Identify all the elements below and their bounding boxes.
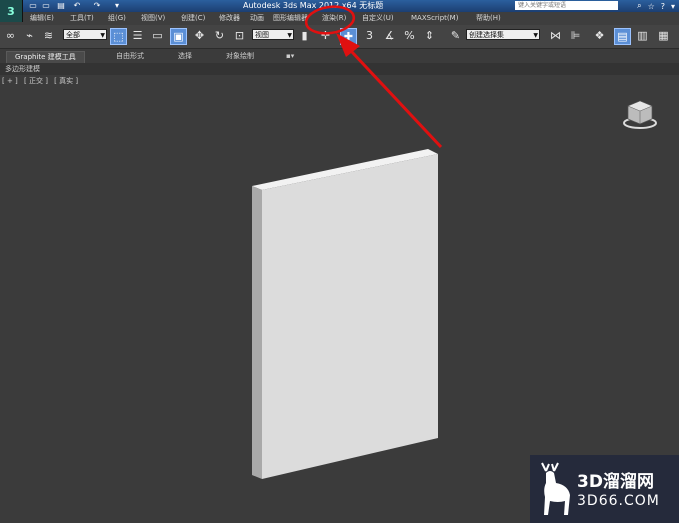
quick-access-dropdown-icon[interactable]: ▾ [112, 1, 122, 10]
menu-graph-editors[interactable]: 图形编辑器 [273, 12, 308, 25]
scale-icon[interactable]: ⊡ [232, 28, 247, 43]
schematic-view-icon[interactable]: ▦ [656, 28, 671, 43]
select-manipulate-icon[interactable]: ✛ [318, 28, 333, 43]
reference-coordinate-dropdown[interactable]: 视图 ▼ [252, 29, 294, 40]
link-icon[interactable]: ∞ [3, 28, 18, 43]
select-by-name-icon[interactable]: ☰ [130, 28, 145, 43]
curve-editor-icon[interactable]: ▥ [635, 28, 650, 43]
menu-help[interactable]: 帮助(H) [476, 12, 501, 25]
chevron-down-icon: ▼ [533, 32, 538, 39]
watermark: 3D溜溜网 3D66.COM [530, 455, 679, 523]
named-selection-dropdown[interactable]: 创建选择集 ▼ [466, 29, 540, 40]
watermark-brand: 3D溜溜网 [577, 472, 654, 492]
bind-spacewarp-icon[interactable]: ≋ [41, 28, 56, 43]
tab-freeform[interactable]: 自由形式 [116, 51, 144, 62]
menu-maxscript[interactable]: MAXScript(M) [411, 12, 458, 25]
undo-icon[interactable]: ↶ [72, 1, 82, 10]
deer-logo-icon [541, 462, 570, 515]
named-selection-value: 创建选择集 [469, 31, 504, 39]
snap-toggle-icon[interactable]: 3 [362, 28, 377, 43]
help-icon[interactable]: ? [661, 2, 665, 11]
menu-views[interactable]: 视图(V) [141, 12, 165, 25]
ribbon-options-icon[interactable]: ▪▾ [286, 51, 294, 62]
menu-modifiers[interactable]: 修改器 [219, 12, 240, 25]
box-front-face [262, 154, 438, 479]
tab-selection[interactable]: 选择 [178, 51, 192, 62]
layer-manager-icon[interactable]: ❖ [592, 28, 607, 43]
mirror-icon[interactable]: ⋈ [548, 28, 563, 43]
help-dropdown-icon[interactable]: ▾ [671, 2, 675, 11]
open-file-icon[interactable]: ▭ [41, 1, 51, 10]
menu-edit[interactable]: 编辑(E) [30, 12, 54, 25]
percent-snap-icon[interactable]: % [402, 28, 417, 43]
polygon-modeling-label[interactable]: 多边形建模 [5, 63, 40, 75]
graphite-ribbon: Graphite 建模工具 自由形式 选择 对象绘制 ▪▾ [0, 49, 679, 64]
rotate-icon[interactable]: ↻ [212, 28, 227, 43]
edit-named-selection-icon[interactable]: ✎ [448, 28, 463, 43]
menu-rendering[interactable]: 渲染(R) [322, 12, 346, 25]
chevron-down-icon: ▼ [287, 32, 292, 39]
tab-object-paint[interactable]: 对象绘制 [226, 51, 254, 62]
binoculars-icon[interactable]: ⌕ [637, 1, 641, 11]
menu-group[interactable]: 组(G) [108, 12, 126, 25]
search-input[interactable]: 键入关键字或短语 [515, 1, 618, 10]
unlink-icon[interactable]: ⌁ [22, 28, 37, 43]
menu-tools[interactable]: 工具(T) [70, 12, 94, 25]
menu-customize[interactable]: 自定义(U) [362, 12, 394, 25]
ribbon-subpanel: 多边形建模 [0, 63, 679, 75]
selection-filter-value: 全部 [66, 31, 80, 39]
redo-icon[interactable]: ↷ [92, 1, 102, 10]
pivot-center-icon[interactable]: ▮ [297, 28, 312, 43]
move-icon[interactable]: ✥ [192, 28, 207, 43]
box-side-face [252, 186, 262, 479]
menu-bar: 编辑(E) 工具(T) 组(G) 视图(V) 创建(C) 修改器 动画 图形编辑… [0, 12, 679, 26]
align-icon[interactable]: ⊫ [568, 28, 583, 43]
application-button[interactable]: 3 [0, 0, 23, 22]
select-object-icon[interactable]: ⬚ [110, 28, 127, 45]
keyboard-shortcut-override-icon[interactable]: ✚ [340, 28, 357, 45]
watermark-url: 3D66.COM [577, 493, 660, 509]
favorites-icon[interactable]: ☆ [648, 2, 655, 11]
rectangular-selection-icon[interactable]: ▭ [150, 28, 165, 43]
selection-filter-dropdown[interactable]: 全部 ▼ [63, 29, 107, 40]
new-file-icon[interactable]: ▭ [28, 1, 38, 10]
main-toolbar: ∞ ⌁ ≋ 全部 ▼ ⬚ ☰ ▭ ▣ ✥ ↻ ⊡ 视图 ▼ ▮ ✛ ✚ 3 ∡ … [0, 25, 679, 49]
menu-create[interactable]: 创建(C) [181, 12, 205, 25]
spinner-snap-icon[interactable]: ⇕ [422, 28, 437, 43]
window-title: Autodesk 3ds Max 2012 x64 无标题 [243, 1, 384, 10]
save-file-icon[interactable]: ▤ [56, 1, 66, 10]
title-right-icons: ⌕ ☆ ? ▾ [637, 0, 675, 12]
chevron-down-icon: ▼ [100, 32, 105, 39]
menu-animation[interactable]: 动画 [250, 12, 264, 25]
graphite-toggle-icon[interactable]: ▤ [614, 28, 631, 45]
angle-snap-icon[interactable]: ∡ [382, 28, 397, 43]
title-bar: ▭ ▭ ▤ ↶ ↷ ▾ Autodesk 3ds Max 2012 x64 无标… [0, 0, 679, 12]
reference-coordinate-value: 视图 [255, 31, 269, 39]
window-crossing-icon[interactable]: ▣ [170, 28, 187, 45]
